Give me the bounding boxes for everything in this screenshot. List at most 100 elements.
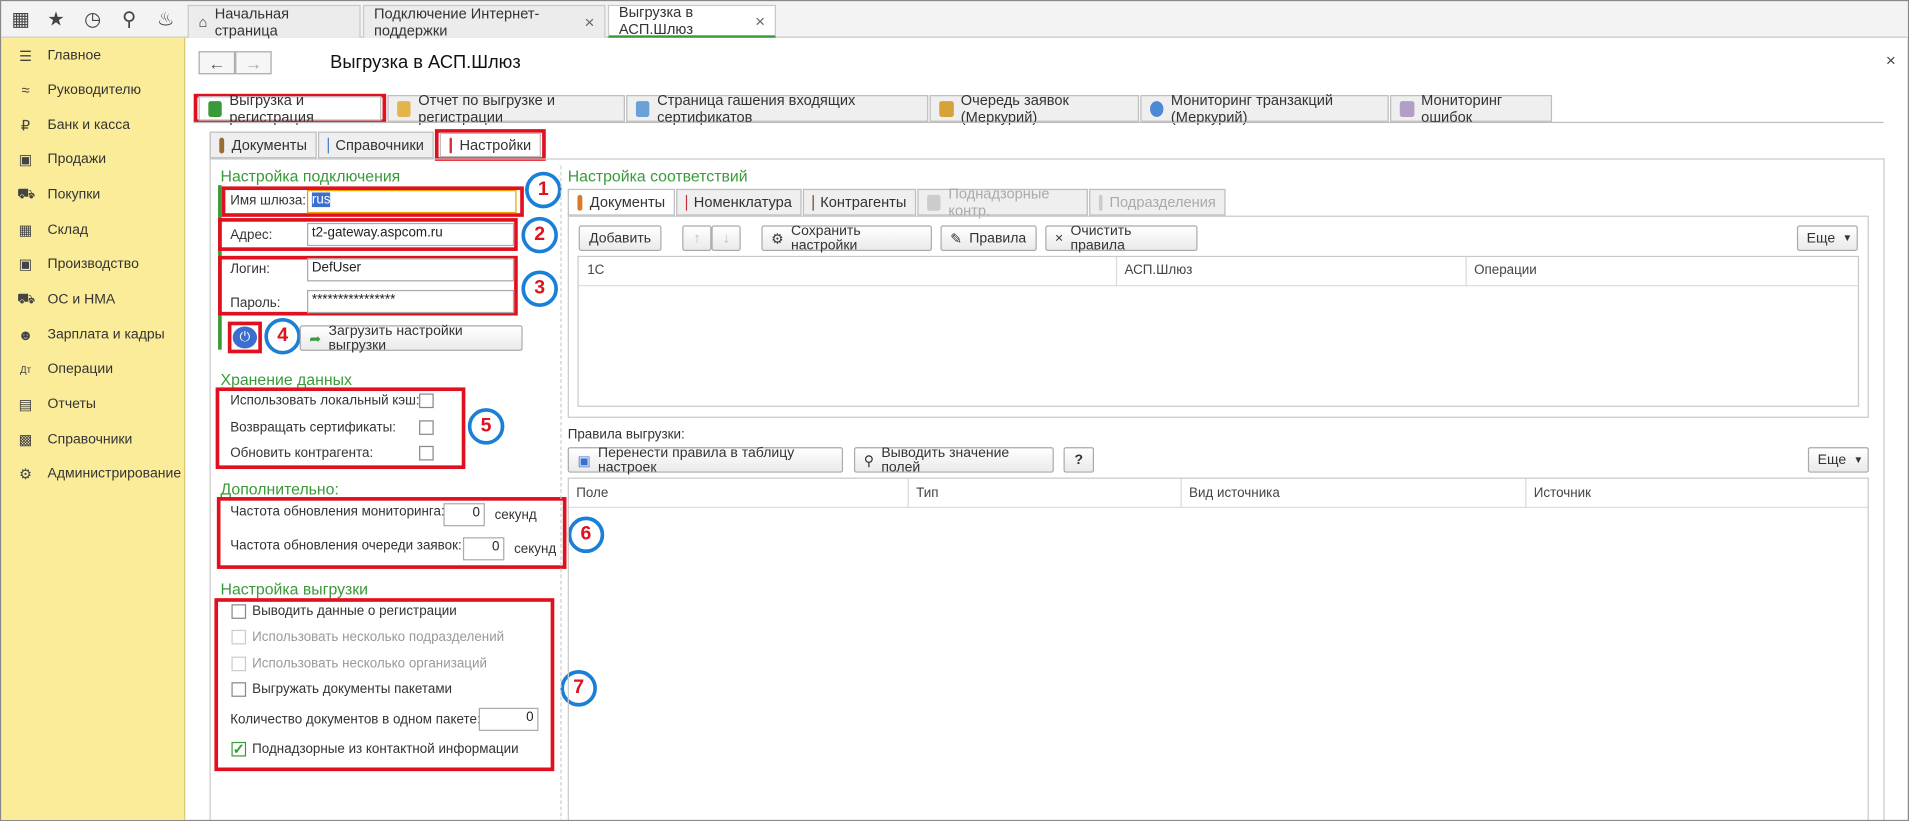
- monitor-input[interactable]: 0: [443, 503, 485, 527]
- load-settings-button[interactable]: ➦ Загрузить настройки выгрузки: [299, 323, 523, 353]
- column-header[interactable]: АСП.Шлюз: [1124, 263, 1192, 278]
- queue-input[interactable]: 0: [462, 537, 505, 561]
- sidebar-item-warehouse[interactable]: ▦ Склад: [1, 213, 185, 247]
- column-header[interactable]: Вид источника: [1189, 486, 1280, 501]
- apps-grid-icon[interactable]: ▦: [7, 6, 34, 33]
- tab-mapping-counterparties[interactable]: Контрагенты: [802, 188, 917, 216]
- forward-button[interactable]: →: [235, 51, 272, 75]
- column-header[interactable]: Тип: [916, 486, 938, 501]
- tab-catalogs[interactable]: Справочники: [317, 131, 434, 159]
- sidebar-item-main[interactable]: ☰ Главное: [1, 39, 185, 73]
- sidebar-item-purchases[interactable]: ⛟ Покупки: [1, 178, 185, 212]
- tab-mapping-divisions: Подразделения: [1089, 188, 1226, 216]
- button-label: Правила: [969, 230, 1027, 246]
- back-button[interactable]: ←: [198, 51, 236, 75]
- documents-icon: [577, 194, 583, 211]
- arrow-left-icon: ←: [208, 52, 226, 73]
- sidebar-item-bank[interactable]: ₽ Банк и касса: [1, 108, 185, 142]
- tab-export-report[interactable]: Отчет по выгрузке и регистрации: [387, 91, 625, 125]
- export-option-label: Выводить данные о регистрации: [252, 604, 457, 619]
- connect-icon[interactable]: ⏻: [232, 326, 258, 349]
- bag-icon: ▣: [18, 151, 33, 169]
- count-input[interactable]: 0: [478, 707, 539, 731]
- sidebar-item-sales[interactable]: ▣ Продажи: [1, 143, 185, 177]
- sidebar-item-payroll[interactable]: ☻ Зарплата и кадры: [1, 318, 185, 352]
- rules-more-button[interactable]: Еще ▼: [1807, 447, 1869, 473]
- add-button[interactable]: Добавить: [578, 225, 662, 251]
- save-settings-button[interactable]: ⚙ Сохранить настройки: [761, 224, 932, 253]
- tab-export-registration[interactable]: Выгрузка и регистрация: [198, 91, 382, 125]
- monitor-label: Частота обновления мониторинга:: [230, 504, 445, 519]
- close-icon[interactable]: ×: [755, 11, 765, 30]
- button-label: Очистить правила: [1070, 223, 1132, 253]
- tab-documents[interactable]: Документы: [209, 131, 317, 159]
- tab-error-monitoring[interactable]: Мониторинг ошибок: [1390, 91, 1553, 125]
- sidebar-item-operations[interactable]: Дт Операции: [1, 352, 185, 386]
- search-icon[interactable]: ⚲: [116, 6, 143, 33]
- sidebar-item-assets[interactable]: ⛟ ОС и НМА: [1, 283, 185, 317]
- show-registration-checkbox[interactable]: [231, 604, 247, 619]
- tab-label: Номенклатура: [693, 193, 792, 211]
- tab-label: Поднадзорные контр.: [948, 185, 1050, 220]
- tab-settings[interactable]: Настройки: [439, 132, 541, 158]
- column-header[interactable]: Поле: [576, 486, 608, 501]
- login-input[interactable]: DefUser: [306, 258, 515, 282]
- sidebar-item-label: Банк и касса: [47, 118, 131, 133]
- tab-internet-support[interactable]: Подключение Интернет-поддержки ×: [363, 4, 606, 39]
- sidebar-item-reports[interactable]: ▤ Отчеты: [1, 387, 185, 421]
- gateway-input[interactable]: rus: [306, 190, 517, 214]
- sidebar-item-label: Операции: [47, 361, 114, 377]
- clear-rules-button[interactable]: × Очистить правила: [1045, 223, 1198, 253]
- menu-icon: ☰: [19, 47, 33, 65]
- sidebar-item-admin[interactable]: ⚙ Администрирование: [1, 457, 185, 491]
- update-counterparty-checkbox[interactable]: [419, 445, 434, 461]
- gateway-value: rus: [311, 192, 331, 208]
- sidebar-item-catalogs[interactable]: ▩ Справочники: [1, 423, 185, 457]
- export-settings-title: Настройка выгрузки: [220, 579, 369, 599]
- queue-icon: [939, 100, 954, 117]
- sidebar-item-production[interactable]: ▣ Производство: [1, 247, 185, 281]
- contact-info-checkbox[interactable]: ✓: [231, 741, 247, 757]
- tab-asp-gateway[interactable]: Выгрузка в АСП.Шлюз ×: [607, 4, 777, 38]
- return-certificates-checkbox[interactable]: [419, 420, 434, 435]
- book-icon: ▩: [18, 431, 33, 449]
- local-cache-checkbox[interactable]: [419, 393, 434, 409]
- gear-icon: ⚙: [771, 232, 784, 247]
- tab-certificate-clearing[interactable]: Страница гашения входящих сертификатов: [626, 91, 929, 125]
- sidebar-item-manager[interactable]: ≈ Руководителю: [1, 73, 185, 107]
- sidebar-item-label: Руководителю: [47, 82, 141, 98]
- tab-mapping-nomenclature[interactable]: Номенклатура: [676, 188, 802, 216]
- tab-request-queue[interactable]: Очередь заявок (Меркурий): [929, 91, 1140, 125]
- tab-label: Подразделения: [1109, 193, 1216, 211]
- address-input[interactable]: t2-gateway.aspcom.ru: [306, 222, 515, 247]
- tab-home[interactable]: ⌂ Начальная страница: [187, 4, 361, 39]
- history-icon[interactable]: ◷: [79, 6, 106, 33]
- favorites-star-icon[interactable]: ★: [43, 6, 70, 33]
- button-label: Еще: [1817, 452, 1847, 468]
- button-label: Перенести правила в таблицу настроек: [598, 445, 795, 475]
- certificate-icon: [635, 100, 650, 117]
- bell-icon[interactable]: ♨: [152, 6, 179, 33]
- rules-button[interactable]: ✎ Правила: [940, 225, 1037, 251]
- marker-3: 3: [521, 270, 558, 307]
- sidebar-item-label: Склад: [47, 222, 89, 238]
- column-header[interactable]: 1С: [587, 263, 604, 278]
- column-header[interactable]: Источник: [1534, 486, 1591, 501]
- transfer-rules-button[interactable]: ▣ Перенести правила в таблицу настроек: [567, 445, 844, 475]
- close-icon[interactable]: ×: [585, 12, 595, 31]
- multi-orgs-checkbox: [231, 656, 247, 672]
- sidebar-item-label: Справочники: [47, 432, 133, 448]
- warehouse-icon: ▦: [18, 221, 33, 239]
- tab-transaction-monitoring[interactable]: Мониторинг транзакций (Меркурий): [1140, 91, 1389, 125]
- password-input[interactable]: ****************: [306, 289, 515, 314]
- column-header[interactable]: Операции: [1474, 263, 1537, 278]
- more-button[interactable]: Еще ▼: [1796, 225, 1858, 251]
- export-option-label: Использовать несколько подразделений: [252, 629, 505, 645]
- tab-mapping-documents[interactable]: Документы: [567, 188, 675, 216]
- show-field-values-button[interactable]: ⚲ Выводить значение полей: [853, 445, 1054, 475]
- help-button[interactable]: ?: [1063, 447, 1094, 473]
- batch-export-checkbox[interactable]: [231, 682, 247, 697]
- briefcase-icon: [219, 137, 225, 153]
- close-window-button[interactable]: ×: [1886, 50, 1896, 69]
- tab-label: Настройки: [459, 136, 532, 154]
